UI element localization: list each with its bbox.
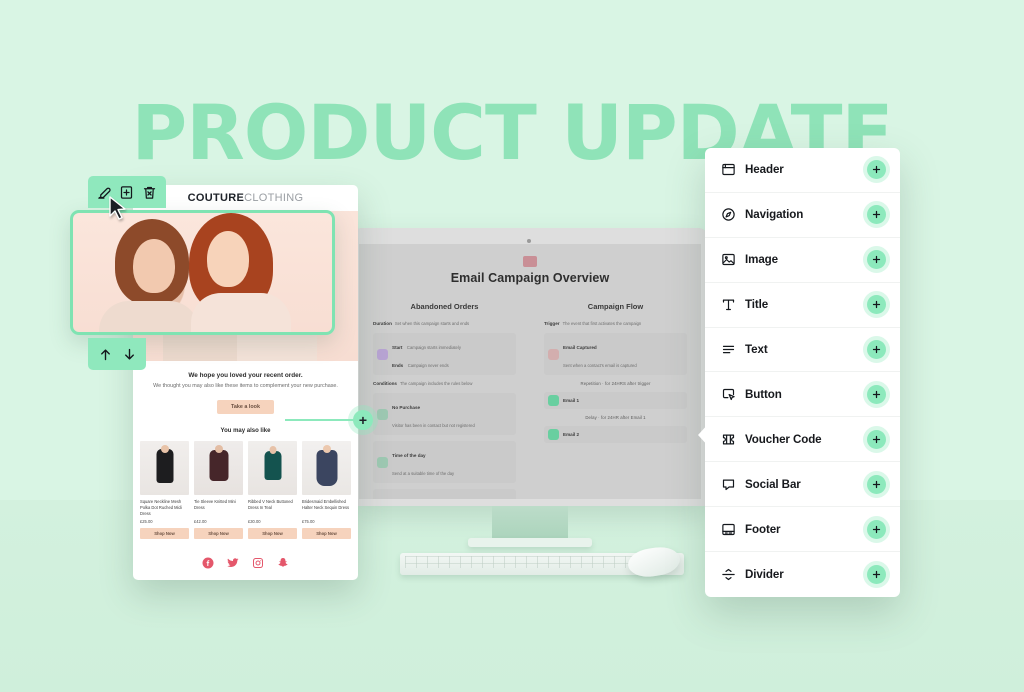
product-name: Square Neckline Mesh Polka Dot Ruched Mi… bbox=[140, 498, 182, 516]
facebook-icon[interactable] bbox=[202, 556, 214, 574]
product-image bbox=[248, 440, 297, 495]
add-block-button-footer[interactable] bbox=[867, 519, 886, 539]
add-block-button-text[interactable] bbox=[867, 340, 886, 359]
product-card[interactable]: Tie Sleeve Knitted Mini Dress £42.00 Sho… bbox=[194, 440, 243, 539]
product-price: £75.00 bbox=[302, 518, 315, 524]
move-down-icon[interactable] bbox=[122, 347, 137, 362]
add-block-button-divider[interactable] bbox=[867, 564, 886, 584]
selected-image-block[interactable] bbox=[70, 210, 335, 335]
product-name: Bridesmaid Embellished Halter Neck Sequi… bbox=[302, 498, 350, 510]
take-a-look-button[interactable]: Take a look bbox=[217, 399, 274, 414]
divider-icon bbox=[721, 567, 736, 582]
email-brand-header: COUTURE CLOTHING bbox=[133, 185, 358, 211]
block-label: Navigation bbox=[745, 208, 804, 222]
block-row-social-bar[interactable]: Social Bar bbox=[705, 462, 900, 508]
block-label: Divider bbox=[745, 567, 784, 581]
product-card[interactable]: Square Neckline Mesh Polka Dot Ruched Mi… bbox=[140, 440, 189, 539]
panel-notch-icon bbox=[698, 422, 710, 448]
move-up-icon[interactable] bbox=[98, 347, 113, 362]
instagram-icon[interactable] bbox=[252, 556, 264, 574]
block-label: Social Bar bbox=[745, 477, 801, 491]
add-block-button-image[interactable] bbox=[867, 250, 886, 270]
add-block-button-button[interactable] bbox=[867, 384, 886, 404]
product-price: £42.00 bbox=[194, 518, 207, 524]
add-block-button-social-bar[interactable] bbox=[867, 474, 886, 494]
button-icon bbox=[721, 387, 736, 402]
product-price: £30.00 bbox=[248, 518, 261, 524]
promo-heading: We hope you loved your recent order. bbox=[188, 372, 303, 379]
promo-paragraph: We thought you may also like these items… bbox=[153, 383, 338, 389]
voucher-icon bbox=[721, 432, 736, 447]
navigation-icon bbox=[721, 207, 736, 222]
product-image bbox=[140, 440, 189, 495]
product-card[interactable]: Bridesmaid Embellished Halter Neck Sequi… bbox=[302, 440, 351, 539]
add-block-button-header[interactable] bbox=[867, 160, 886, 180]
add-block-connector bbox=[285, 419, 355, 421]
add-block-button-navigation[interactable] bbox=[867, 205, 886, 225]
add-block-button[interactable]: + bbox=[353, 410, 373, 430]
shop-now-button[interactable]: Shop Now bbox=[248, 527, 297, 539]
block-row-voucher-code[interactable]: Voucher Code bbox=[705, 417, 900, 463]
shop-now-button[interactable]: Shop Now bbox=[194, 527, 243, 539]
title-icon bbox=[721, 297, 736, 312]
block-label: Voucher Code bbox=[745, 432, 822, 446]
footer-icon bbox=[721, 522, 736, 537]
product-name: Ribbed V Neck Buttoned Dress In Teal bbox=[248, 498, 293, 510]
add-block-button-voucher-code[interactable] bbox=[867, 429, 886, 449]
text-icon bbox=[721, 342, 736, 357]
block-row-footer[interactable]: Footer bbox=[705, 507, 900, 553]
mouse-cursor-icon bbox=[109, 196, 126, 220]
product-name: Tie Sleeve Knitted Mini Dress bbox=[194, 498, 236, 510]
blocks-panel: Header Navigation Image Title Text Butto… bbox=[705, 148, 900, 597]
block-row-button[interactable]: Button bbox=[705, 372, 900, 418]
block-row-navigation[interactable]: Navigation bbox=[705, 193, 900, 238]
brand-name-light: CLOTHING bbox=[244, 192, 304, 204]
add-block-button-title[interactable] bbox=[867, 295, 886, 315]
block-row-image[interactable]: Image bbox=[705, 238, 900, 283]
product-grid: Square Neckline Mesh Polka Dot Ruched Mi… bbox=[133, 440, 358, 539]
block-row-header[interactable]: Header bbox=[705, 148, 900, 193]
product-image bbox=[302, 440, 351, 495]
block-label: Title bbox=[745, 298, 769, 312]
block-row-divider[interactable]: Divider bbox=[705, 552, 900, 597]
selected-block-photo bbox=[73, 213, 332, 332]
header-icon bbox=[721, 162, 736, 177]
block-row-text[interactable]: Text bbox=[705, 328, 900, 373]
shop-now-button[interactable]: Shop Now bbox=[302, 527, 351, 539]
block-label: Text bbox=[745, 343, 768, 356]
block-label: Button bbox=[745, 387, 782, 401]
block-label: Image bbox=[745, 253, 779, 267]
product-card[interactable]: Ribbed V Neck Buttoned Dress In Teal £30… bbox=[248, 440, 297, 539]
monitor-camera-icon bbox=[527, 239, 531, 243]
block-row-title[interactable]: Title bbox=[705, 283, 900, 328]
twitter-icon[interactable] bbox=[227, 556, 239, 574]
social-bar-icon bbox=[721, 477, 736, 492]
block-toolbar-bottom bbox=[88, 338, 146, 370]
email-social-bar bbox=[133, 539, 358, 574]
shop-now-button[interactable]: Shop Now bbox=[140, 527, 189, 539]
product-price: £25.00 bbox=[140, 518, 153, 524]
snapchat-icon[interactable] bbox=[277, 556, 289, 574]
block-label: Footer bbox=[745, 522, 781, 536]
monitor-bezel bbox=[352, 228, 708, 506]
recommendations-title: You may also like bbox=[220, 427, 271, 434]
brand-name-bold: COUTURE bbox=[187, 192, 245, 204]
image-icon bbox=[721, 252, 736, 267]
monitor-stand-foot bbox=[468, 538, 592, 547]
delete-icon[interactable] bbox=[142, 185, 157, 200]
email-promo-copy: We hope you loved your recent order. We … bbox=[133, 361, 358, 426]
block-label: Header bbox=[745, 163, 784, 177]
product-image bbox=[194, 440, 243, 495]
